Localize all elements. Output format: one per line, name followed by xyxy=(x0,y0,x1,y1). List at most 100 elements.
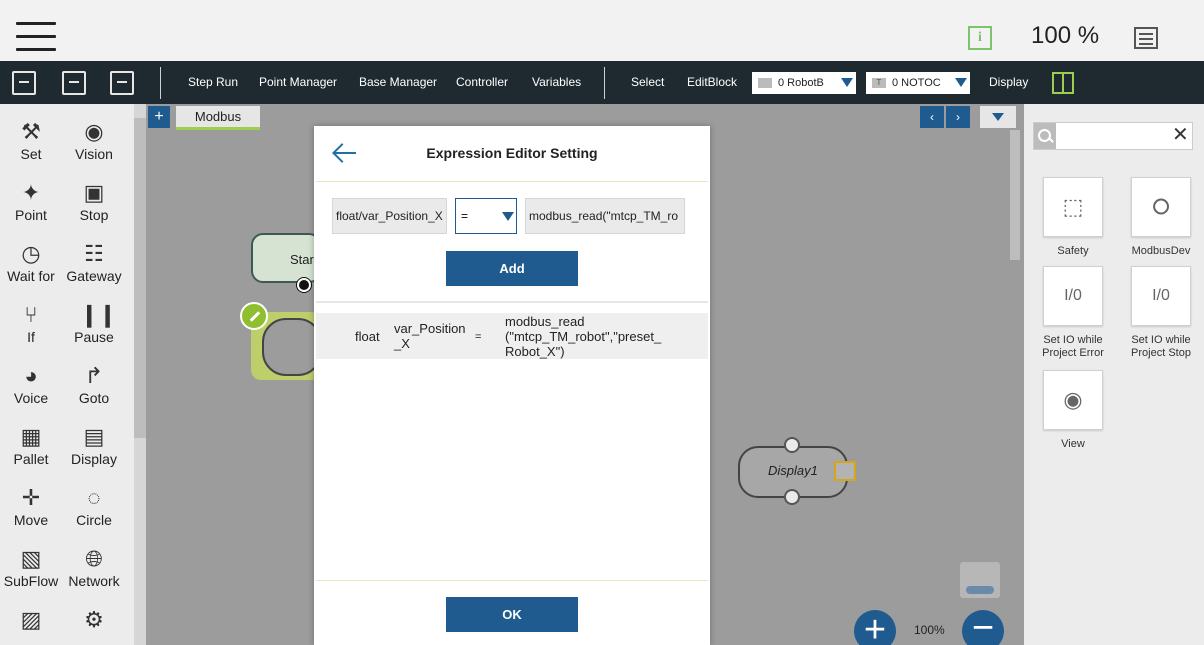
io-off-toggle[interactable] xyxy=(960,562,1000,598)
display-node-icon xyxy=(834,461,856,481)
node-gateway[interactable]: ☷ Gateway xyxy=(63,240,125,284)
operator-value: = xyxy=(461,209,469,223)
robot-base-value: 0 RobotB xyxy=(778,77,824,89)
move-icon: ✛ xyxy=(21,485,41,510)
node-goto[interactable]: ↱ Goto xyxy=(63,362,125,406)
dialog-divider xyxy=(316,181,708,182)
tab-modbus[interactable]: Modbus xyxy=(176,106,260,130)
set-io-stop-icon: I/0 xyxy=(1131,266,1191,326)
safety-icon: ⬚ xyxy=(1043,177,1103,237)
set-icon: ⚒ xyxy=(21,119,41,144)
display1-node-label: Display1 xyxy=(768,463,818,478)
variable-field[interactable]: float/var_Position_X xyxy=(332,198,447,234)
tab-menu-dropdown[interactable] xyxy=(980,106,1016,128)
edit-pencil-icon[interactable] xyxy=(240,302,268,330)
command-node-icon: ⚙ xyxy=(84,607,104,632)
chevron-down-icon xyxy=(955,78,967,87)
node-wait-for[interactable]: ◷ Wait for xyxy=(0,240,62,284)
add-tab-button[interactable]: + xyxy=(148,106,170,128)
component-view[interactable]: ◉ View xyxy=(1033,370,1113,451)
log-icon[interactable] xyxy=(1134,27,1158,49)
operator-select[interactable]: = xyxy=(455,198,517,234)
node-vision[interactable]: ◉ Vision xyxy=(63,118,125,162)
toolbar-divider xyxy=(604,67,605,99)
open-project-icon[interactable] xyxy=(110,71,134,95)
display-icon: ▤ xyxy=(83,424,105,449)
expression-type: float xyxy=(355,329,380,344)
tool-icon: T xyxy=(872,78,886,88)
component-search-input[interactable] xyxy=(1058,124,1168,148)
display1-input-port[interactable] xyxy=(784,437,800,453)
modbus-device-icon: ⭘ xyxy=(1131,177,1191,237)
info-icon[interactable]: i xyxy=(968,26,992,50)
node-display[interactable]: ▤ Display xyxy=(63,423,125,467)
point-icon: ✦ xyxy=(21,180,41,205)
save-project-icon[interactable] xyxy=(62,71,86,95)
hamburger-icon[interactable] xyxy=(16,22,56,54)
project-speed[interactable]: 100 % xyxy=(1031,22,1099,50)
editblock-button[interactable]: EditBlock xyxy=(687,75,737,89)
dialog-divider xyxy=(316,301,708,303)
palette-scroll-thumb[interactable] xyxy=(134,118,146,438)
goto-icon: ↱ xyxy=(84,363,104,388)
wait-for-icon: ◷ xyxy=(21,241,41,266)
ok-button[interactable]: OK xyxy=(446,597,578,632)
toolbar-divider xyxy=(160,67,161,99)
display1-output-port[interactable] xyxy=(784,489,800,505)
prev-tab-button[interactable]: ‹ xyxy=(920,106,944,128)
circle-icon: ◌ xyxy=(87,485,101,510)
node-stop[interactable]: ▣ Stop xyxy=(63,179,125,223)
node-set[interactable]: ⚒ Set xyxy=(0,118,62,162)
search-icon xyxy=(1034,123,1056,149)
start-node-label: Star xyxy=(290,252,314,267)
component-set-io-error[interactable]: I/0 Set IO while Project Error xyxy=(1033,266,1113,360)
start-node-port[interactable] xyxy=(297,278,311,292)
node-more-1[interactable]: ▨ xyxy=(0,606,62,634)
stop-icon: ▣ xyxy=(83,180,105,205)
display-panel-icon[interactable] xyxy=(1052,72,1074,94)
pallet-icon: ▦ xyxy=(20,424,42,449)
controller-button[interactable]: Controller xyxy=(456,75,508,89)
display-button[interactable]: Display xyxy=(989,75,1028,89)
next-tab-button[interactable]: › xyxy=(946,106,970,128)
point-manager-button[interactable]: Point Manager xyxy=(259,75,337,89)
value-field[interactable]: modbus_read("mtcp_TM_ro xyxy=(525,198,685,234)
gateway-icon: ☷ xyxy=(84,241,104,266)
node-pallet[interactable]: ▦ Pallet xyxy=(0,423,62,467)
select-button[interactable]: Select xyxy=(631,75,664,89)
node-if[interactable]: ⑂ If xyxy=(0,301,62,345)
new-project-icon[interactable] xyxy=(12,71,36,95)
step-run-button[interactable]: Step Run xyxy=(188,75,238,89)
robot-base-select[interactable]: 0 RobotB xyxy=(752,72,856,94)
canvas-scrollbar[interactable] xyxy=(1010,130,1020,260)
vision-icon: ◉ xyxy=(84,119,104,144)
zoom-in-button[interactable]: + xyxy=(854,610,896,645)
add-button[interactable]: Add xyxy=(446,251,578,286)
if-icon: ⑂ xyxy=(24,302,38,327)
node-move[interactable]: ✛ Move xyxy=(0,484,62,528)
base-manager-button[interactable]: Base Manager xyxy=(359,75,437,89)
node-network[interactable]: 🌐︎ Network xyxy=(63,545,125,589)
component-modbusdev[interactable]: ⭘ ModbusDev xyxy=(1121,177,1201,258)
close-icon[interactable]: ✕ xyxy=(1172,124,1189,146)
dialog-divider xyxy=(316,580,708,581)
component-set-io-stop[interactable]: I/0 Set IO while Project Stop xyxy=(1121,266,1201,360)
node-subflow[interactable]: ▧ SubFlow xyxy=(0,545,62,589)
subflow-node[interactable] xyxy=(262,318,322,376)
base-icon xyxy=(758,78,772,88)
variables-button[interactable]: Variables xyxy=(532,75,581,89)
node-point[interactable]: ✦ Point xyxy=(0,179,62,223)
pause-icon: ❙❙ xyxy=(80,302,117,327)
tool-select[interactable]: T 0 NOTOC xyxy=(866,72,970,94)
component-safety[interactable]: ⬚ Safety xyxy=(1033,177,1113,258)
subflow-icon: ▧ xyxy=(20,546,42,571)
top-bar: i 100 % xyxy=(0,0,1204,61)
view-icon: ◉ xyxy=(1043,370,1103,430)
zoom-out-button[interactable]: − xyxy=(962,609,1004,645)
node-circle[interactable]: ◌ Circle xyxy=(63,484,125,528)
node-voice[interactable]: ◕ Voice xyxy=(0,362,62,406)
toolbar: Step Run Point Manager Base Manager Cont… xyxy=(0,61,1204,104)
network-icon: 🌐︎ xyxy=(85,546,103,571)
node-more-2[interactable]: ⚙ xyxy=(63,606,125,634)
node-pause[interactable]: ❙❙ Pause xyxy=(63,301,125,345)
